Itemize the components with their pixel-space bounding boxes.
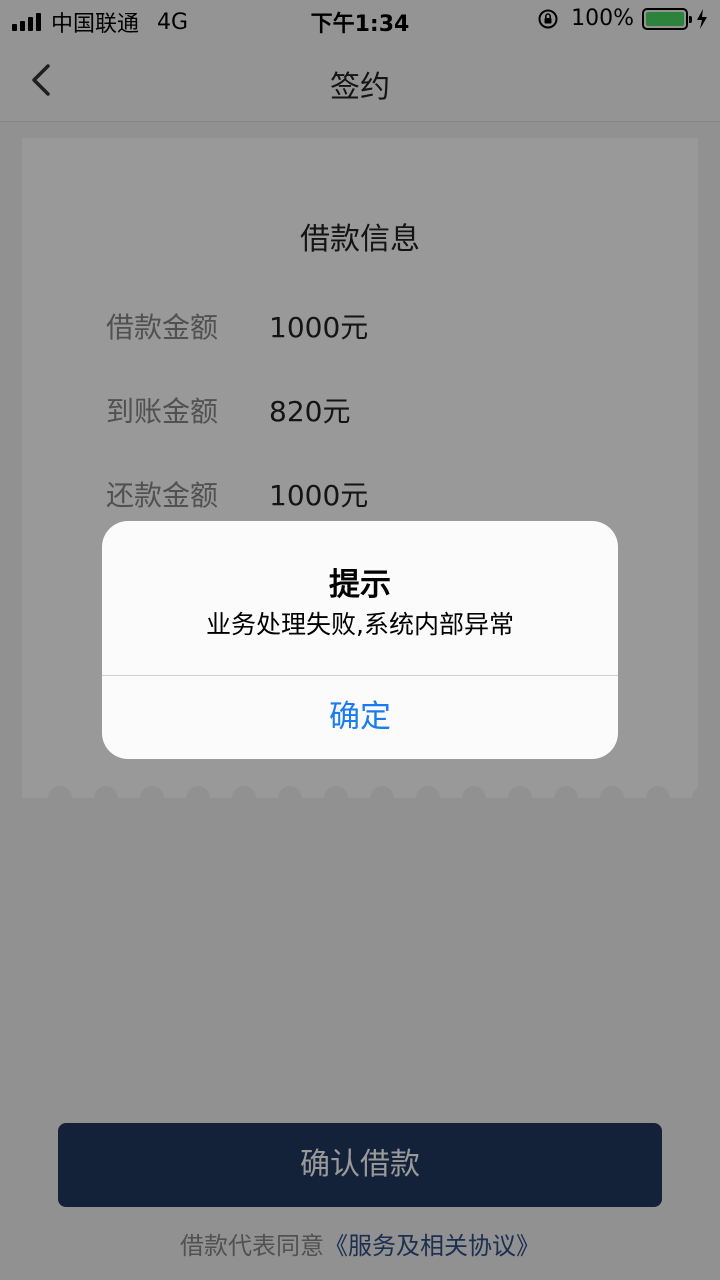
- dialog-title: 提示: [329, 567, 391, 603]
- dialog-message: 业务处理失败,系统内部异常: [206, 610, 514, 639]
- alert-dialog: 提示 业务处理失败,系统内部异常 确定: [102, 521, 618, 759]
- dialog-ok-button[interactable]: 确定: [102, 676, 618, 759]
